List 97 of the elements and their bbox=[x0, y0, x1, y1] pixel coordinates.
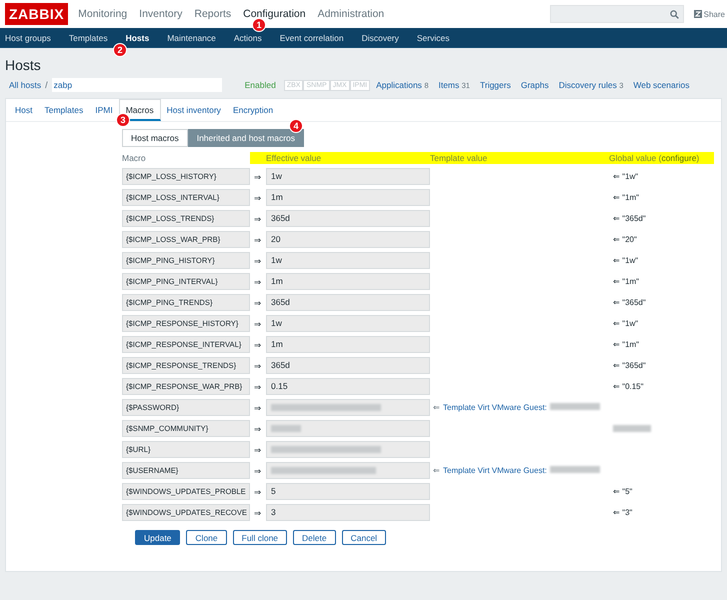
configure-link[interactable]: configure bbox=[661, 153, 696, 163]
value-field[interactable]: 5 bbox=[266, 483, 430, 500]
tab[interactable]: Templates bbox=[38, 99, 90, 121]
tab[interactable]: Encryption bbox=[226, 99, 280, 121]
action-button[interactable]: Full clone bbox=[232, 530, 288, 545]
global-value: ⇐ "365d" bbox=[613, 361, 646, 370]
submenu-item[interactable]: Services bbox=[412, 32, 450, 42]
submenu-item[interactable]: Templates bbox=[64, 32, 108, 42]
value-field[interactable]: 0.15 bbox=[266, 378, 430, 395]
host-nav-link[interactable]: Triggers bbox=[480, 80, 511, 90]
action-button[interactable]: Delete bbox=[293, 530, 336, 545]
arrow-sign: ⇒ bbox=[253, 172, 263, 182]
template-link[interactable]: Template Virt VMware Guest: bbox=[443, 403, 547, 412]
menu-item[interactable]: Monitoring bbox=[78, 8, 128, 20]
host-nav-link[interactable]: Graphs bbox=[520, 80, 549, 90]
global-value: ⇐ "1w" bbox=[613, 256, 638, 265]
submenu-item[interactable]: Maintenance bbox=[162, 32, 216, 42]
tab[interactable]: Host bbox=[9, 99, 38, 121]
arrow-sign: ⇒ bbox=[253, 298, 263, 308]
menu-item[interactable]: Administration bbox=[318, 8, 384, 20]
value-field[interactable] bbox=[266, 399, 430, 416]
host-link[interactable]: zabp bbox=[52, 78, 222, 92]
redaction-mark bbox=[550, 466, 600, 473]
value-field[interactable]: 1w bbox=[266, 168, 430, 185]
arrow-sign: ⇒ bbox=[253, 382, 263, 392]
arrow-sign: ⇒ bbox=[253, 340, 263, 350]
value-field[interactable]: 1w bbox=[266, 252, 430, 269]
redaction-mark bbox=[550, 403, 600, 410]
value-field[interactable] bbox=[266, 462, 430, 479]
column-header: Global value (configure) bbox=[609, 152, 714, 164]
share-link[interactable]: Share bbox=[694, 10, 725, 18]
arrow-sign: ⇐ bbox=[433, 466, 440, 475]
arrow-sign: ⇒ bbox=[253, 466, 263, 476]
value-field[interactable]: 3 bbox=[266, 504, 430, 521]
value-field[interactable]: 1w bbox=[266, 315, 430, 332]
value-field[interactable]: 1m bbox=[266, 273, 430, 290]
arrow-sign: ⇒ bbox=[253, 402, 263, 412]
global-value: ⇐ "1w" bbox=[613, 172, 638, 181]
global-value: ⇐ "3" bbox=[613, 508, 632, 517]
arrow-sign: ⇒ bbox=[253, 234, 263, 244]
column-header: Effective value bbox=[266, 152, 430, 164]
value-field[interactable]: 365d bbox=[266, 357, 430, 374]
callout-badge: 2 bbox=[113, 43, 127, 57]
global-value: ⇐ "365d" bbox=[613, 214, 646, 223]
global-value: ⇐ "1w" bbox=[613, 319, 638, 328]
submenu-item[interactable]: Actions bbox=[228, 32, 262, 42]
arrow-sign: ⇒ bbox=[253, 508, 263, 518]
submenu-item[interactable]: Event correlation bbox=[274, 32, 344, 42]
host-nav-link[interactable]: Web scenarios bbox=[633, 80, 690, 90]
arrow-sign: ⇒ bbox=[253, 214, 263, 224]
tab[interactable]: Host inventory bbox=[160, 99, 227, 121]
tab[interactable]: IPMI bbox=[89, 99, 119, 121]
global-value: ⇐ "1m" bbox=[613, 277, 640, 286]
arrow-sign: ⇒ bbox=[253, 276, 263, 286]
value-field[interactable]: 365d bbox=[266, 294, 430, 311]
global-value: ⇐ "1m" bbox=[613, 340, 640, 349]
global-value: ⇐ "0.15" bbox=[613, 382, 644, 391]
value-field[interactable]: 1m bbox=[266, 189, 430, 206]
status-label: Enabled bbox=[244, 80, 276, 90]
arrow-sign: ⇒ bbox=[253, 360, 263, 370]
value-field[interactable]: 20 bbox=[266, 231, 430, 248]
global-value: ⇐ "365d" bbox=[613, 298, 646, 307]
arrow-sign: ⇒ bbox=[253, 192, 263, 202]
header-highlight bbox=[250, 152, 266, 164]
template-link[interactable]: Template Virt VMware Guest: bbox=[443, 466, 547, 475]
arrow-sign: ⇒ bbox=[253, 444, 263, 454]
menu-item[interactable]: Configuration bbox=[243, 8, 306, 20]
column-header: Template value bbox=[430, 152, 609, 164]
arrow-sign: ⇒ bbox=[253, 486, 263, 496]
column-header: Macro bbox=[122, 152, 147, 164]
zabbix-logo[interactable]: ZABBIX bbox=[5, 3, 68, 25]
breadcrumb-link[interactable]: All hosts bbox=[9, 80, 42, 90]
arrow-sign: ⇒ bbox=[253, 256, 263, 266]
menu-item[interactable]: Inventory bbox=[139, 8, 182, 20]
action-button[interactable]: Cancel bbox=[342, 530, 386, 545]
global-value: ⇐ "5" bbox=[613, 487, 632, 496]
submenu-item[interactable]: Discovery bbox=[356, 32, 399, 42]
submenu-item[interactable]: Host groups bbox=[0, 32, 51, 42]
arrow-sign: ⇒ bbox=[253, 318, 263, 328]
share-icon bbox=[694, 10, 702, 18]
value-field[interactable]: 365d bbox=[266, 210, 430, 227]
action-button[interactable]: Update bbox=[135, 530, 180, 545]
value-field[interactable]: 1m bbox=[266, 336, 430, 353]
search-icon[interactable] bbox=[670, 10, 679, 18]
value-field[interactable] bbox=[266, 441, 430, 458]
search-field[interactable] bbox=[550, 5, 684, 23]
global-value: ⇐ "1m" bbox=[613, 193, 640, 202]
action-button[interactable]: Clone bbox=[186, 530, 227, 545]
mode-toggle[interactable]: Host macros bbox=[122, 129, 188, 147]
arrow-sign: ⇐ bbox=[433, 403, 440, 412]
global-value: ⇐ "20" bbox=[613, 235, 637, 244]
menu-item[interactable]: Reports bbox=[194, 8, 232, 20]
submenu-item[interactable]: Hosts bbox=[120, 32, 150, 42]
breadcrumb-separator: / bbox=[45, 80, 48, 90]
arrow-sign: ⇒ bbox=[253, 424, 263, 434]
page-title: Hosts bbox=[5, 56, 41, 72]
value-field[interactable] bbox=[266, 420, 430, 437]
